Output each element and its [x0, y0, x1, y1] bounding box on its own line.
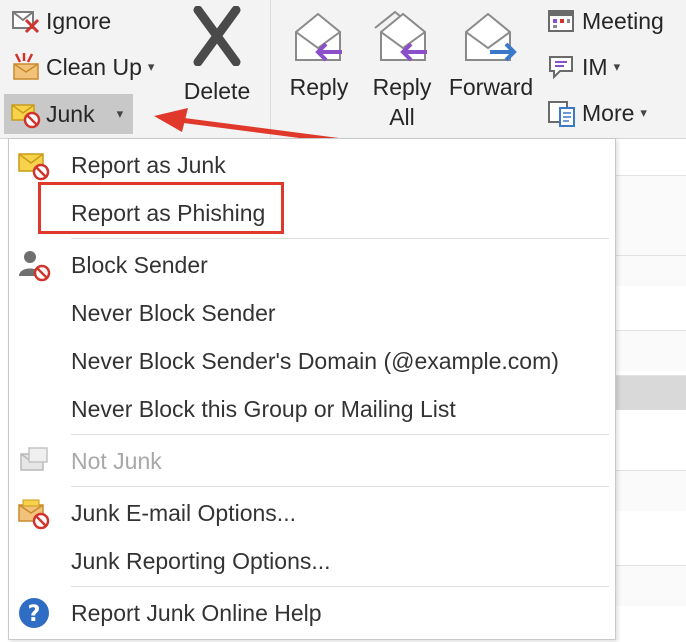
menu-item-label: Not Junk	[71, 447, 162, 474]
menu-item-never-block-group[interactable]: Never Block this Group or Mailing List	[9, 387, 615, 431]
meeting-icon	[546, 6, 578, 36]
junk-mail-icon	[17, 148, 51, 182]
reply-all-label-line2: All	[389, 104, 415, 130]
reply-label: Reply	[289, 74, 349, 100]
reply-button[interactable]: Reply	[284, 6, 354, 102]
ignore-button[interactable]: Ignore	[10, 4, 111, 38]
chevron-down-icon: ▾	[640, 105, 647, 120]
menu-item-junk-reporting-options[interactable]: Junk Reporting Options...	[9, 539, 615, 583]
annotation-highlight-box	[38, 182, 284, 234]
junk-icon	[10, 99, 42, 129]
forward-button[interactable]: Forward	[446, 6, 536, 102]
message-list-row	[614, 255, 686, 286]
menu-item-report-as-junk[interactable]: Report as Junk	[9, 143, 615, 187]
menu-item-report-junk-online-help[interactable]: ? Report Junk Online Help	[9, 591, 615, 635]
reply-icon	[290, 6, 348, 66]
chevron-down-icon: ▾	[613, 59, 621, 74]
menu-item-label: Never Block Sender	[71, 299, 276, 326]
junk-button[interactable]: Junk ▾	[4, 94, 134, 134]
im-label: IM	[582, 53, 608, 80]
reply-all-button[interactable]: Reply All	[366, 6, 438, 132]
menu-item-label: Junk Reporting Options...	[71, 547, 331, 574]
menu-separator	[71, 586, 609, 587]
menu-separator	[71, 238, 609, 239]
meeting-button[interactable]: Meeting	[546, 4, 664, 38]
menu-item-never-block-domain[interactable]: Never Block Sender's Domain (@example.co…	[9, 339, 615, 383]
block-sender-icon	[17, 248, 51, 282]
reply-all-icon	[373, 6, 431, 66]
im-button[interactable]: IM ▾	[546, 50, 620, 84]
more-button[interactable]: More ▾	[546, 96, 647, 130]
forward-label: Forward	[448, 74, 534, 100]
delete-label: Delete	[183, 78, 251, 104]
meeting-label: Meeting	[582, 7, 664, 34]
more-actions-icon	[546, 98, 578, 128]
menu-item-label: Never Block Sender's Domain (@example.co…	[71, 347, 559, 374]
message-list-row	[614, 565, 686, 606]
reply-all-label-line1: Reply	[372, 74, 432, 100]
cleanup-icon	[10, 52, 42, 82]
junk-options-icon	[17, 496, 51, 530]
ignore-icon	[10, 6, 42, 36]
menu-item-label: Junk E-mail Options...	[71, 499, 296, 526]
message-list-row	[614, 330, 686, 371]
delete-icon	[188, 6, 246, 66]
cleanup-button[interactable]: Clean Up ▾	[10, 50, 154, 84]
instant-message-icon	[546, 52, 578, 82]
forward-icon	[462, 6, 520, 66]
cleanup-label: Clean Up	[46, 53, 142, 80]
menu-separator	[71, 486, 609, 487]
menu-item-label: Report Junk Online Help	[71, 599, 322, 626]
menu-item-junk-email-options[interactable]: Junk E-mail Options...	[9, 491, 615, 535]
menu-item-label: Never Block this Group or Mailing List	[71, 395, 456, 422]
message-list-row	[614, 175, 686, 256]
chevron-down-icon: ▾	[116, 106, 124, 121]
not-junk-icon	[17, 444, 51, 478]
chevron-down-icon: ▾	[147, 59, 155, 74]
menu-item-label: Report as Junk	[71, 151, 226, 178]
message-list-row	[614, 470, 686, 511]
ignore-label: Ignore	[46, 7, 112, 34]
menu-item-never-block-sender[interactable]: Never Block Sender	[9, 291, 615, 335]
menu-item-not-junk: Not Junk	[9, 439, 615, 483]
menu-item-label: Block Sender	[71, 251, 208, 278]
svg-text:?: ?	[28, 602, 41, 627]
help-icon: ?	[17, 596, 51, 630]
delete-button[interactable]: Delete	[178, 6, 256, 106]
more-label: More	[582, 99, 635, 126]
menu-separator	[71, 434, 609, 435]
junk-label: Junk	[46, 100, 95, 127]
menu-item-block-sender[interactable]: Block Sender	[9, 243, 615, 287]
message-list-row-selected	[614, 375, 686, 410]
